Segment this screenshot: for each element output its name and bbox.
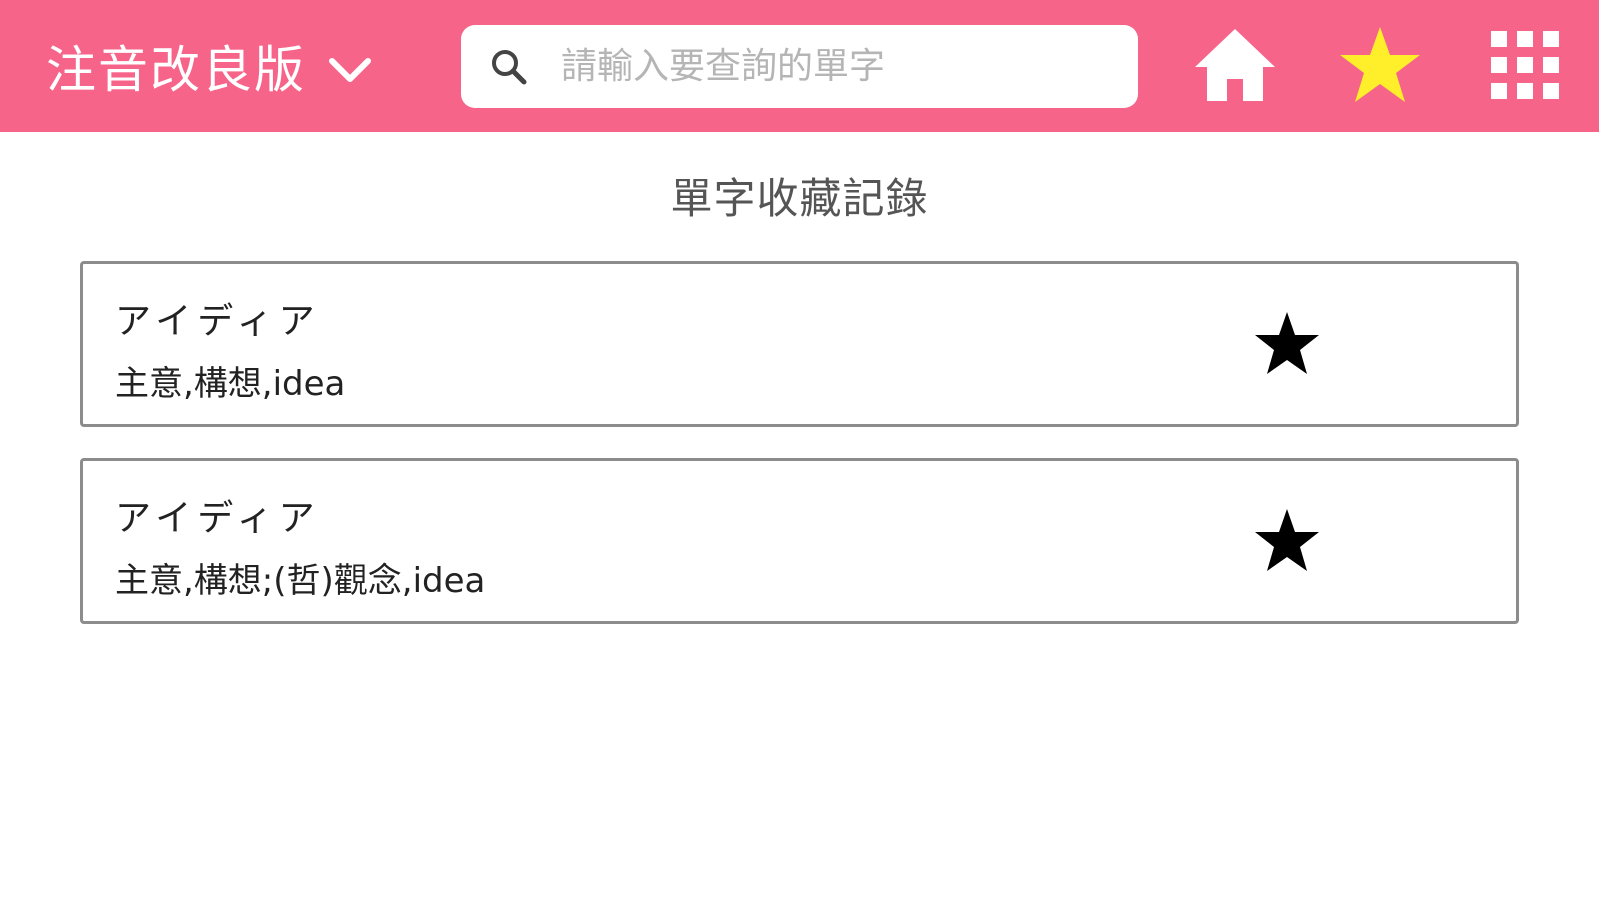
- search-input[interactable]: [561, 25, 1121, 108]
- page-title: 單字收藏記錄: [670, 174, 929, 223]
- chevron-down-icon: [328, 47, 372, 85]
- word-meaning: 主意,構想;(哲)觀念,idea: [115, 561, 486, 601]
- version-dropdown[interactable]: 注音改良版: [46, 30, 372, 102]
- word-term: アイディア: [115, 301, 321, 342]
- search-box: [461, 25, 1138, 108]
- search-icon: [489, 47, 529, 87]
- version-label: 注音改良版: [46, 41, 306, 99]
- word-entry-card[interactable]: アイディア 主意,構想;(哲)觀念,idea: [80, 458, 1519, 624]
- star-icon: [1338, 25, 1422, 109]
- word-entry-card[interactable]: アイディア 主意,構想,idea: [80, 261, 1519, 427]
- star-icon[interactable]: [1251, 308, 1323, 380]
- apps-menu-button[interactable]: [1480, 22, 1570, 112]
- word-term: アイディア: [115, 498, 321, 539]
- star-icon[interactable]: [1251, 505, 1323, 577]
- favorites-button[interactable]: [1335, 22, 1425, 112]
- home-button[interactable]: [1190, 22, 1280, 112]
- word-meaning: 主意,構想,idea: [115, 364, 346, 404]
- home-icon: [1193, 27, 1277, 107]
- grid-icon: [1489, 29, 1561, 105]
- top-bar: 注音改良版: [0, 0, 1599, 132]
